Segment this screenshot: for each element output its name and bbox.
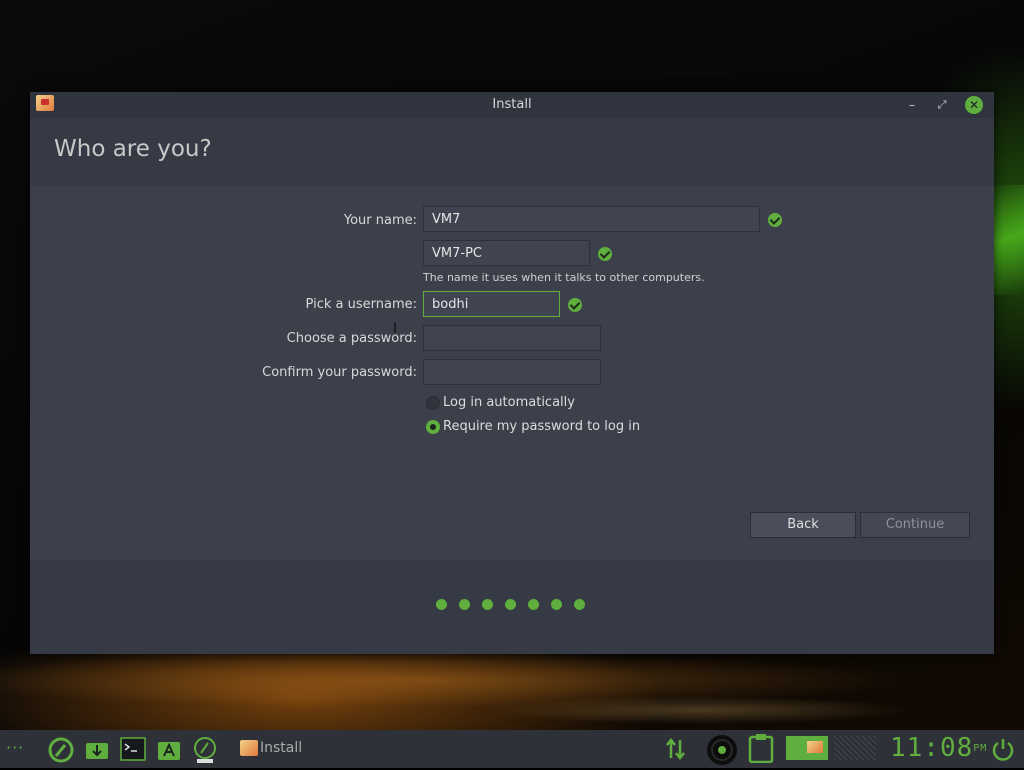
window-title: Install	[492, 97, 532, 112]
confirm-password-label: Confirm your password:	[262, 365, 417, 380]
clock-display[interactable]: 11:08PM	[890, 733, 987, 763]
install-task-icon	[240, 740, 258, 756]
progress-step-dot	[459, 599, 470, 610]
page-header: Who are you?	[30, 118, 994, 180]
username-valid-check-icon	[568, 298, 582, 312]
progress-step-dot	[551, 599, 562, 610]
launcher-dots-icon[interactable]: ···	[6, 738, 32, 764]
confirm-password-field[interactable]	[423, 359, 601, 385]
username-field[interactable]: bodhi	[423, 291, 560, 317]
window-titlebar[interactable]: Install – ⤢ ✕	[30, 92, 994, 118]
computer-name-hint: The name it uses when it talks to other …	[423, 271, 705, 284]
password-field[interactable]	[423, 325, 601, 351]
require-password-label[interactable]: Require my password to log in	[443, 419, 640, 434]
progress-step-dot	[505, 599, 516, 610]
close-button[interactable]: ✕	[965, 96, 983, 114]
computer-name-field[interactable]: VM7-PC	[423, 240, 590, 266]
login-automatically-label[interactable]: Log in automatically	[443, 395, 575, 410]
maximize-button[interactable]: ⤢	[933, 96, 951, 114]
username-label: Pick a username:	[305, 297, 417, 312]
minimize-button[interactable]: –	[903, 96, 921, 114]
install-launcher-icon[interactable]	[192, 736, 218, 763]
require-password-radio[interactable]	[426, 420, 440, 434]
login-automatically-radio[interactable]	[426, 396, 440, 410]
taskbar: ··· Install 11:08PM	[0, 730, 1024, 768]
app-center-icon[interactable]	[156, 736, 182, 762]
bodhi-menu-icon[interactable]	[47, 736, 74, 763]
pager-desktop-1[interactable]	[786, 736, 828, 760]
install-window: Install – ⤢ ✕ Who are you? Your name: VM…	[30, 92, 994, 654]
progress-step-dot	[482, 599, 493, 610]
clock-suffix: PM	[973, 743, 988, 754]
form-panel: Your name: VM7 VM7-PC The name it uses w…	[30, 186, 994, 560]
media-disc-icon[interactable]	[706, 734, 738, 766]
name-valid-check-icon	[768, 213, 782, 227]
progress-step-dot	[528, 599, 539, 610]
progress-step-dot	[574, 599, 585, 610]
text-cursor-icon: I	[393, 321, 398, 337]
your-name-label: Your name:	[343, 213, 417, 228]
terminal-icon[interactable]	[120, 736, 146, 762]
network-arrows-icon[interactable]	[664, 736, 690, 762]
your-name-field[interactable]: VM7	[423, 206, 760, 232]
pager-desktop-2[interactable]	[834, 736, 876, 760]
computer-name-valid-check-icon	[598, 247, 612, 261]
page-title: Who are you?	[54, 136, 212, 162]
clipboard-icon[interactable]	[748, 733, 774, 764]
continue-button[interactable]: Continue	[860, 512, 970, 538]
clock-time: 11:08	[890, 733, 974, 763]
install-task-label[interactable]: Install	[260, 740, 302, 756]
back-button[interactable]: Back	[750, 512, 856, 538]
password-label: Choose a password:	[286, 331, 417, 346]
power-icon[interactable]	[990, 736, 1016, 762]
download-manager-icon[interactable]	[84, 736, 110, 762]
progress-step-dot	[436, 599, 447, 610]
